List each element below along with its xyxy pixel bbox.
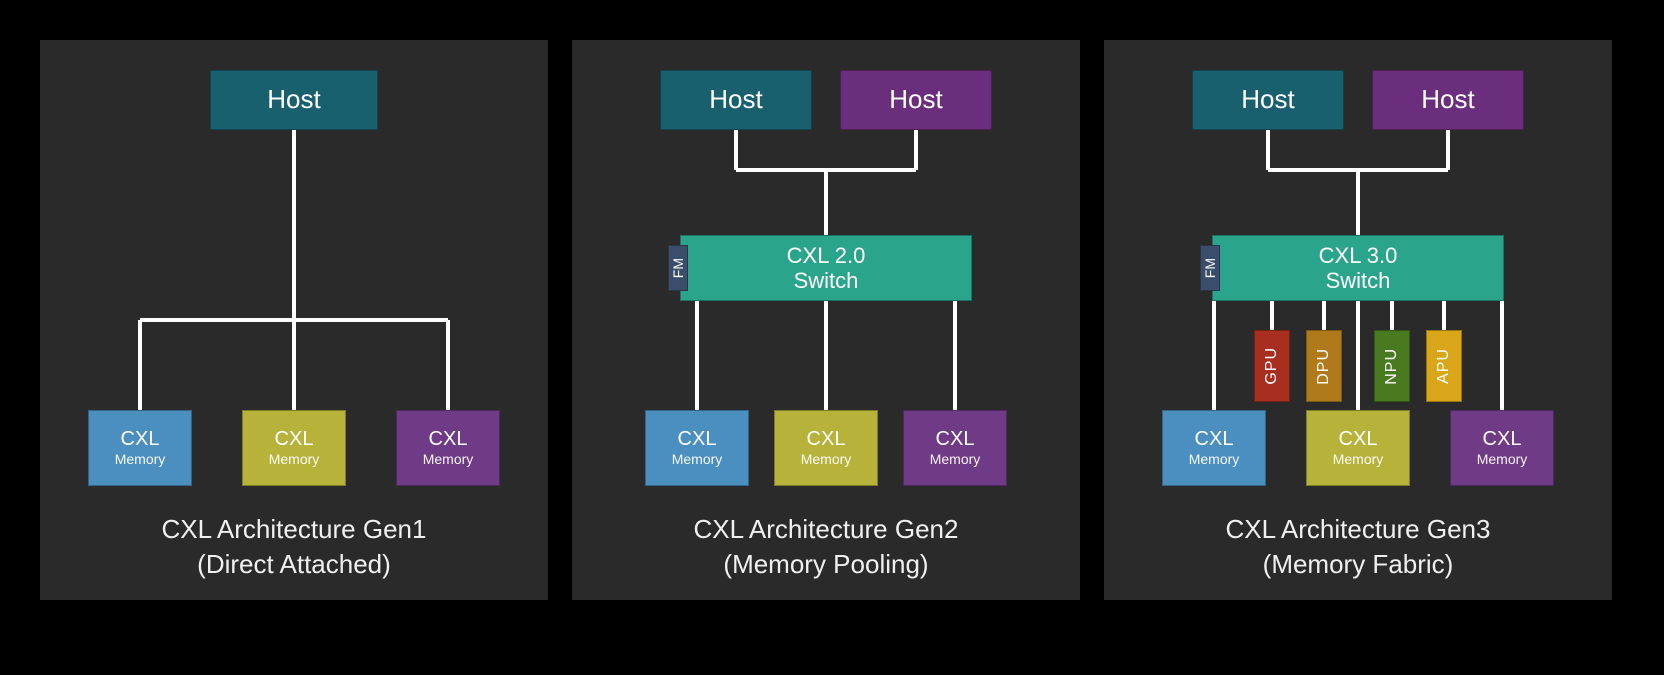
host-a-label: Host	[1241, 85, 1294, 115]
host-a-label: Host	[709, 85, 762, 115]
caption-line1: CXL Architecture Gen1	[40, 512, 548, 547]
cxl-memory-1: CXL Memory	[88, 410, 192, 486]
accel-label: APU	[1435, 348, 1453, 384]
caption-line1: CXL Architecture Gen2	[572, 512, 1080, 547]
accel-label: NPU	[1383, 348, 1401, 385]
accel-gpu: GPU	[1254, 330, 1290, 402]
accel-label: DPU	[1315, 348, 1333, 385]
mem-title: CXL	[1339, 428, 1378, 451]
mem-title: CXL	[1195, 428, 1234, 451]
caption-gen2: CXL Architecture Gen2 (Memory Pooling)	[572, 512, 1080, 582]
cxl-memory-2: CXL Memory	[1306, 410, 1410, 486]
host-box: Host	[210, 70, 378, 130]
caption-line1: CXL Architecture Gen3	[1104, 512, 1612, 547]
cxl-memory-1: CXL Memory	[1162, 410, 1266, 486]
host-b-box: Host	[840, 70, 992, 130]
cxl-memory-3: CXL Memory	[903, 410, 1007, 486]
caption-gen3: CXL Architecture Gen3 (Memory Fabric)	[1104, 512, 1612, 582]
caption-line2: (Memory Fabric)	[1104, 547, 1612, 582]
mem-sub: Memory	[269, 451, 320, 467]
caption-line2: (Direct Attached)	[40, 547, 548, 582]
diagram-wrap: Host CXL Memory CXL Memory CXL Memory CX…	[0, 0, 1664, 630]
mem-sub: Memory	[423, 451, 474, 467]
mem-sub: Memory	[801, 451, 852, 467]
caption-gen1: CXL Architecture Gen1 (Direct Attached)	[40, 512, 548, 582]
switch-line1: CXL 3.0	[1319, 243, 1398, 268]
fm-tag: FM	[668, 245, 688, 291]
mem-title: CXL	[807, 428, 846, 451]
mem-sub: Memory	[672, 451, 723, 467]
cxl-memory-2: CXL Memory	[242, 410, 346, 486]
mem-sub: Memory	[115, 451, 166, 467]
mem-title: CXL	[1483, 428, 1522, 451]
mem-sub: Memory	[1333, 451, 1384, 467]
caption-line2: (Memory Pooling)	[572, 547, 1080, 582]
mem-sub: Memory	[1189, 451, 1240, 467]
mem-title: CXL	[429, 428, 468, 451]
accel-npu: NPU	[1374, 330, 1410, 402]
cxl-memory-3: CXL Memory	[1450, 410, 1554, 486]
host-label: Host	[267, 85, 320, 115]
fm-label: FM	[670, 258, 686, 278]
mem-title: CXL	[936, 428, 975, 451]
host-b-box: Host	[1372, 70, 1524, 130]
fm-label: FM	[1202, 258, 1218, 278]
switch-line2: Switch	[794, 268, 859, 293]
host-a-box: Host	[1192, 70, 1344, 130]
mem-sub: Memory	[930, 451, 981, 467]
mem-sub: Memory	[1477, 451, 1528, 467]
mem-title: CXL	[121, 428, 160, 451]
host-a-box: Host	[660, 70, 812, 130]
switch-line1: CXL 2.0	[787, 243, 866, 268]
panel-gen2: Host Host CXL 2.0 Switch FM CXL Memory C…	[572, 40, 1080, 600]
mem-title: CXL	[275, 428, 314, 451]
fm-tag: FM	[1200, 245, 1220, 291]
panel-gen3: Host Host CXL 3.0 Switch FM GPU DPU NPU …	[1104, 40, 1612, 600]
accel-apu: APU	[1426, 330, 1462, 402]
host-b-label: Host	[1421, 85, 1474, 115]
switch-line2: Switch	[1326, 268, 1391, 293]
cxl-memory-2: CXL Memory	[774, 410, 878, 486]
accel-label: GPU	[1263, 347, 1281, 385]
cxl-memory-3: CXL Memory	[396, 410, 500, 486]
panel-gen1: Host CXL Memory CXL Memory CXL Memory CX…	[40, 40, 548, 600]
mem-title: CXL	[678, 428, 717, 451]
switch-box: CXL 2.0 Switch	[680, 235, 972, 301]
host-b-label: Host	[889, 85, 942, 115]
cxl-memory-1: CXL Memory	[645, 410, 749, 486]
switch-box: CXL 3.0 Switch	[1212, 235, 1504, 301]
accel-dpu: DPU	[1306, 330, 1342, 402]
